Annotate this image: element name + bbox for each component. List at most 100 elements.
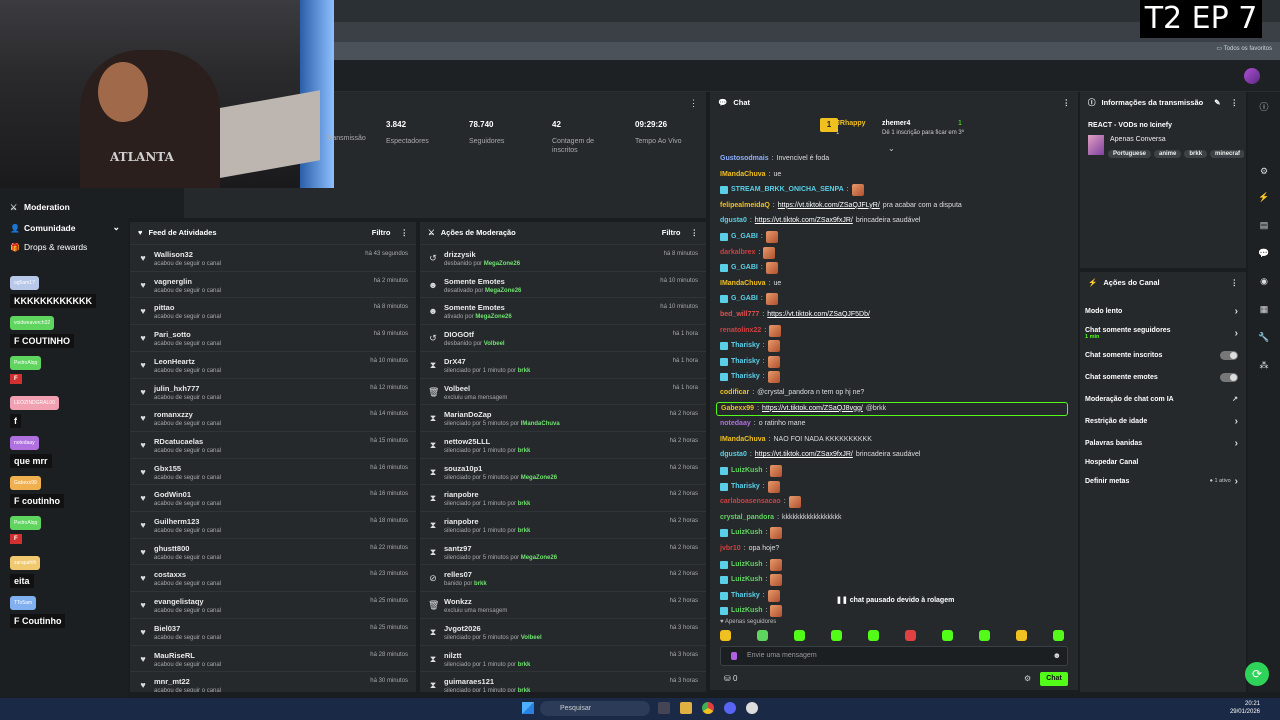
quick-emote-icon[interactable] (1053, 630, 1064, 641)
list-item[interactable]: ⧗ Jvgot2026 silenciado por 5 minutos por V… (420, 617, 706, 644)
chat-username[interactable]: dgusta0 (720, 214, 747, 228)
list-item[interactable]: ♥ evangelistaqy acabou de seguir o canal há… (130, 591, 416, 617)
follower-name[interactable]: Pari_sotto (154, 330, 191, 339)
chat-username[interactable]: LuizKush (731, 526, 763, 540)
tag[interactable]: Portuguese (1108, 150, 1152, 158)
more-icon[interactable]: ⋮ (689, 98, 698, 109)
moderator-name[interactable]: brkk (518, 368, 531, 374)
list-item[interactable]: ♥ Pari_sotto acabou de seguir o canal há 9 … (130, 324, 416, 350)
follower-name[interactable]: Guilherm123 (154, 517, 199, 526)
quick-emote-icon[interactable] (979, 630, 990, 641)
quick-emote-icon[interactable] (905, 630, 916, 641)
toggle-switch[interactable] (1220, 372, 1238, 382)
channel-action-item[interactable]: Moderação de chat com IA ↗ (1085, 392, 1238, 406)
list-item[interactable]: ⧗ MarianDoZap silenciado por 5 minutos por… (420, 404, 706, 430)
smiley-icon[interactable]: ☻ (1053, 651, 1061, 660)
moderator-name[interactable]: MegaZone26 (484, 261, 520, 267)
moderator-name[interactable]: brkk (518, 662, 531, 668)
system-clock[interactable]: 20:21 29/01/2026 (1230, 700, 1260, 716)
chat-username[interactable]: LuizKush (731, 464, 763, 478)
chat-username[interactable]: LuizKush (731, 573, 763, 587)
points-display[interactable]: ⛁ 0 (724, 674, 737, 683)
list-item[interactable]: ♥ ghustt800 acabou de seguir o canal há 22 … (130, 537, 416, 564)
quick-emote-icon[interactable] (720, 630, 731, 641)
more-icon[interactable]: ⋮ (1063, 98, 1071, 107)
list-item[interactable]: ⧗ rianpobre silenciado por 1 minuto por br… (420, 511, 706, 537)
follower-name[interactable]: Gbx155 (154, 464, 181, 473)
follower-name[interactable]: costaxxs (154, 570, 186, 579)
channel-action-item[interactable]: Definir metas ● 1 ativo › (1085, 474, 1238, 488)
list-item[interactable]: ♥ Guilherm123 acabou de seguir o canal há 1… (130, 511, 416, 537)
document-icon[interactable]: ▤ (1258, 220, 1270, 232)
list-item[interactable]: ↺ drizzysik desbanido por MegaZone26 há 8 m… (420, 244, 706, 270)
moderated-user[interactable]: guimaraes121 (444, 677, 494, 686)
quick-emote-icon[interactable] (1016, 630, 1027, 641)
task-view-icon[interactable] (658, 702, 670, 714)
moderated-user[interactable]: rianpobre (444, 517, 479, 526)
follower-name[interactable]: mnr_mt22 (154, 677, 190, 686)
quick-emote-icon[interactable] (868, 630, 879, 641)
avatar[interactable] (1244, 68, 1260, 84)
discord-icon[interactable] (724, 702, 736, 714)
list-item[interactable]: ♥ costaxxs acabou de seguir o canal há 23 m… (130, 564, 416, 590)
list-item[interactable]: ♥ RDcatucaelas acabou de seguir o canal há … (130, 430, 416, 457)
chrome-icon[interactable] (702, 702, 714, 714)
moderator-name[interactable]: brkk (518, 528, 531, 534)
chat-username[interactable]: carlaboasensacao (720, 495, 781, 509)
quick-emote-icon[interactable] (831, 630, 842, 641)
list-item[interactable]: ↺ DIOGOtf desbanido por Volbeel há 1 hora (420, 324, 706, 350)
moderated-user[interactable]: Volbeel (444, 384, 470, 393)
follower-name[interactable]: MauRiseRL (154, 651, 195, 660)
follower-name[interactable]: LeonHeartz (154, 357, 195, 366)
tag[interactable]: anime (1154, 150, 1182, 158)
quick-emote-icon[interactable] (794, 630, 805, 641)
chat-username[interactable]: Tharisky (731, 589, 760, 603)
more-icon[interactable]: ⋮ (691, 228, 699, 237)
moderator-name[interactable]: MegaZone26 (485, 288, 521, 294)
chat-username[interactable]: LuizKush (731, 604, 763, 618)
moderated-user[interactable]: Jvgot2026 (444, 624, 481, 633)
moderated-user[interactable]: relles07 (444, 570, 472, 579)
moderated-user[interactable]: Wonkzz (444, 597, 472, 606)
toggle-switch[interactable] (1220, 350, 1238, 360)
moderated-user[interactable]: souza10p1 (444, 464, 482, 473)
chat-username[interactable]: Tharisky (731, 355, 760, 369)
moderator-name[interactable]: brkk (518, 448, 531, 454)
channel-action-item[interactable]: Hospedar Canal (1085, 455, 1238, 469)
leader-name[interactable]: zhemer4 (882, 120, 910, 127)
list-item[interactable]: ♥ Biel037 acabou de seguir o canal há 25 mi… (130, 617, 416, 644)
channel-action-item[interactable]: Chat somente inscritos (1085, 348, 1238, 362)
chat-username[interactable]: STREAM_BRKK_ONICHA_SENPA (731, 183, 844, 197)
broadcast-icon[interactable]: ◉ (1258, 276, 1270, 288)
list-item[interactable]: ⧗ souza10p1 silenciado por 5 minutos por M… (420, 457, 706, 484)
chat-username[interactable]: IMandaChuva (720, 433, 766, 447)
quick-emote-icon[interactable] (757, 630, 768, 641)
channel-action-item[interactable]: Chat somente seguidores 1 min › (1085, 326, 1238, 340)
chat-link[interactable]: https://vt.tiktok.com/ZSaQJFLyR/ (778, 199, 880, 213)
chat-settings-icon[interactable]: ⚙ (1258, 166, 1270, 178)
channel-action-item[interactable]: Modo lento › (1085, 304, 1238, 318)
list-item[interactable]: ♥ julin_hxh777 acabou de seguir o canal há … (130, 377, 416, 404)
list-item[interactable]: ♥ romanxzzy acabou de seguir o canal há 14 … (130, 404, 416, 430)
list-item[interactable]: ♥ Wallison32 acabou de seguir o canal há 43… (130, 244, 416, 270)
chat-username[interactable]: IMandaChuva (720, 277, 766, 291)
follower-name[interactable]: vagnerglin (154, 277, 192, 286)
taskbar-search[interactable]: Pesquisar (540, 701, 650, 716)
list-item[interactable]: ☻ Somente Emotes desativado por MegaZone26… (420, 270, 706, 297)
follower-name[interactable]: romanxzzy (154, 410, 193, 419)
moderated-user[interactable]: DrX47 (444, 357, 466, 366)
bolt-icon[interactable]: ⚡ (1258, 192, 1270, 204)
follower-name[interactable]: Wallison32 (154, 250, 193, 259)
file-explorer-icon[interactable] (680, 702, 692, 714)
filter-button[interactable]: Filtro (662, 228, 681, 237)
layout-icon[interactable]: ▦ (1258, 304, 1270, 316)
list-item[interactable]: ⧗ DrX47 silenciado por 1 minuto por brkk há… (420, 350, 706, 377)
moderated-user[interactable]: nettow25LLL (444, 437, 490, 446)
moderated-user[interactable]: nilztt (444, 651, 462, 660)
chat-username[interactable]: G_GABI (731, 292, 758, 306)
chat-username[interactable]: dgusta0 (720, 448, 747, 462)
moderated-user[interactable]: DIOGOtf (444, 330, 474, 339)
chat-icon[interactable]: 💬 (1258, 248, 1270, 260)
filter-button[interactable]: Filtro (372, 228, 391, 237)
chat-username[interactable]: jvbr10 (720, 542, 741, 556)
